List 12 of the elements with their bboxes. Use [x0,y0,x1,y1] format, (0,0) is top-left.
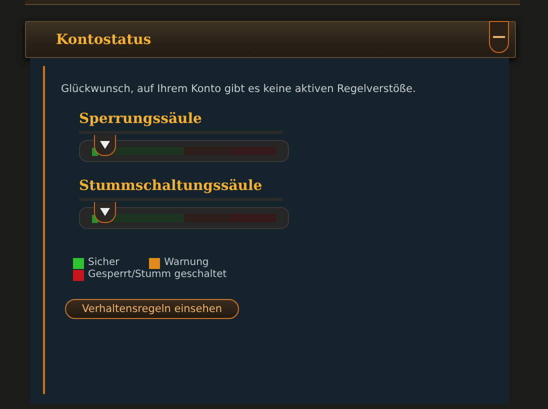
meter-title: Sperrungssäule [79,111,203,127]
panel-title: Kontostatus [56,32,152,48]
collapse-button[interactable] [489,20,509,52]
legend-label: Sicher [88,257,120,269]
status-message: Glückwunsch, auf Ihrem Konto gibt es keine aktiven Regelverstöße. [61,83,417,95]
rules-button[interactable]: Verhaltensregeln einsehen [65,299,239,319]
legend-label: Warnung [164,257,209,269]
legend-label: Gesperrt/Stumm geschaltet [88,269,227,281]
triangle-icon [100,208,110,216]
minus-icon [493,36,505,38]
meter-title: Stummschaltungssäule [79,178,264,194]
triangle-icon [100,141,110,149]
